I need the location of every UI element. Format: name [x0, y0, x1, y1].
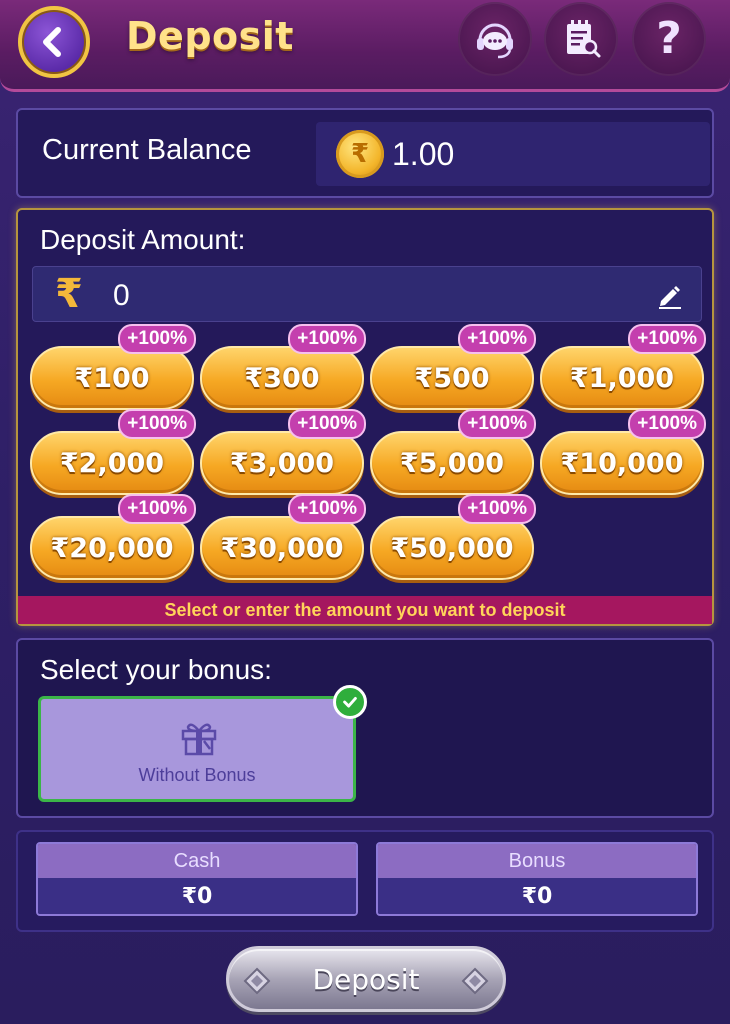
deposit-amount-panel: Deposit Amount: ₹ 0 ₹100 +100% ₹300 +100% ₹5…	[16, 208, 714, 626]
amount-chip-label: ₹20,000	[50, 532, 174, 564]
bonus-option-without-bonus[interactable]: Without Bonus	[38, 685, 367, 802]
amount-chip-label: ₹500	[414, 362, 490, 394]
amount-chip-label: ₹100	[74, 362, 150, 394]
bonus-percent-badge: +100%	[288, 409, 366, 439]
rupee-icon: ₹	[55, 271, 83, 317]
record-search-icon	[567, 20, 601, 58]
balance-label: Current Balance	[42, 134, 252, 166]
deposit-button[interactable]: Deposit	[226, 946, 506, 1012]
bonus-label: Bonus	[378, 844, 696, 878]
deposit-amount-input[interactable]: ₹ 0	[32, 266, 702, 322]
cash-summary: Cash ₹0	[36, 842, 358, 916]
help-button[interactable]: ?	[632, 2, 706, 76]
diamond-ornament-icon	[461, 967, 489, 995]
support-button[interactable]	[458, 2, 532, 76]
cash-value: ₹0	[38, 878, 356, 914]
summary-panel: Cash ₹0 Bonus ₹0	[16, 830, 714, 932]
balance-panel: Current Balance ₹ 1.00	[16, 108, 714, 198]
amount-chip[interactable]: ₹10,000 +100%	[540, 409, 706, 495]
deposit-amount-value: 0	[113, 279, 130, 312]
diamond-ornament-icon	[243, 967, 271, 995]
amount-chip[interactable]: ₹50,000 +100%	[370, 494, 536, 580]
amount-chip-label: ₹50,000	[390, 532, 514, 564]
balance-value: 1.00	[392, 136, 455, 172]
bonus-percent-badge: +100%	[628, 324, 706, 354]
bonus-percent-badge: +100%	[118, 494, 196, 524]
amount-chip[interactable]: ₹30,000 +100%	[200, 494, 366, 580]
back-arrow-icon	[43, 27, 61, 57]
deposit-amount-title: Deposit Amount:	[40, 224, 246, 255]
selected-check-icon	[333, 685, 367, 719]
amount-chip[interactable]: ₹5,000 +100%	[370, 409, 536, 495]
rupee-coin-icon: ₹	[336, 130, 384, 178]
pencil-edit-icon[interactable]	[655, 281, 683, 309]
gift-icon	[181, 723, 217, 756]
deposit-record-button[interactable]	[544, 2, 618, 76]
bonus-percent-badge: +100%	[458, 324, 536, 354]
back-button[interactable]	[18, 6, 90, 78]
amount-chip-label: ₹2,000	[59, 447, 165, 479]
bonus-panel: Select your bonus: Without Bonus	[16, 638, 714, 818]
amount-chip-label: ₹1,000	[569, 362, 675, 394]
amount-chip[interactable]: ₹3,000 +100%	[200, 409, 366, 495]
deposit-button-label: Deposit	[312, 962, 420, 996]
amount-chip[interactable]: ₹1,000 +100%	[540, 324, 706, 410]
bonus-percent-badge: +100%	[628, 409, 706, 439]
bonus-summary: Bonus ₹0	[376, 842, 698, 916]
amount-chip[interactable]: ₹100 +100%	[30, 324, 196, 410]
bonus-percent-badge: +100%	[118, 409, 196, 439]
cash-label: Cash	[38, 844, 356, 878]
bonus-percent-badge: +100%	[458, 409, 536, 439]
amount-chip-label: ₹300	[244, 362, 320, 394]
top-bar: Deposit ?	[0, 0, 730, 92]
amount-chip[interactable]: ₹2,000 +100%	[30, 409, 196, 495]
page-title: Deposit	[126, 14, 294, 58]
balance-box: ₹ 1.00	[316, 122, 710, 186]
bonus-percent-badge: +100%	[458, 494, 536, 524]
amount-chip-label: ₹30,000	[220, 532, 344, 564]
amount-chip[interactable]: ₹300 +100%	[200, 324, 366, 410]
bonus-option-label: Without Bonus	[138, 765, 256, 785]
amount-chip-label: ₹3,000	[229, 447, 335, 479]
amount-chip[interactable]: ₹500 +100%	[370, 324, 536, 410]
amount-chip-label: ₹10,000	[560, 447, 684, 479]
bonus-value: ₹0	[378, 878, 696, 914]
help-question-icon: ?	[656, 13, 682, 64]
amount-chip[interactable]: ₹20,000 +100%	[30, 494, 196, 580]
deposit-hint: Select or enter the amount you want to d…	[18, 596, 712, 624]
amount-chip-label: ₹5,000	[399, 447, 505, 479]
bonus-percent-badge: +100%	[288, 494, 366, 524]
bonus-percent-badge: +100%	[118, 324, 196, 354]
bonus-title: Select your bonus:	[40, 654, 272, 685]
bonus-percent-badge: +100%	[288, 324, 366, 354]
support-headset-icon	[477, 23, 513, 59]
